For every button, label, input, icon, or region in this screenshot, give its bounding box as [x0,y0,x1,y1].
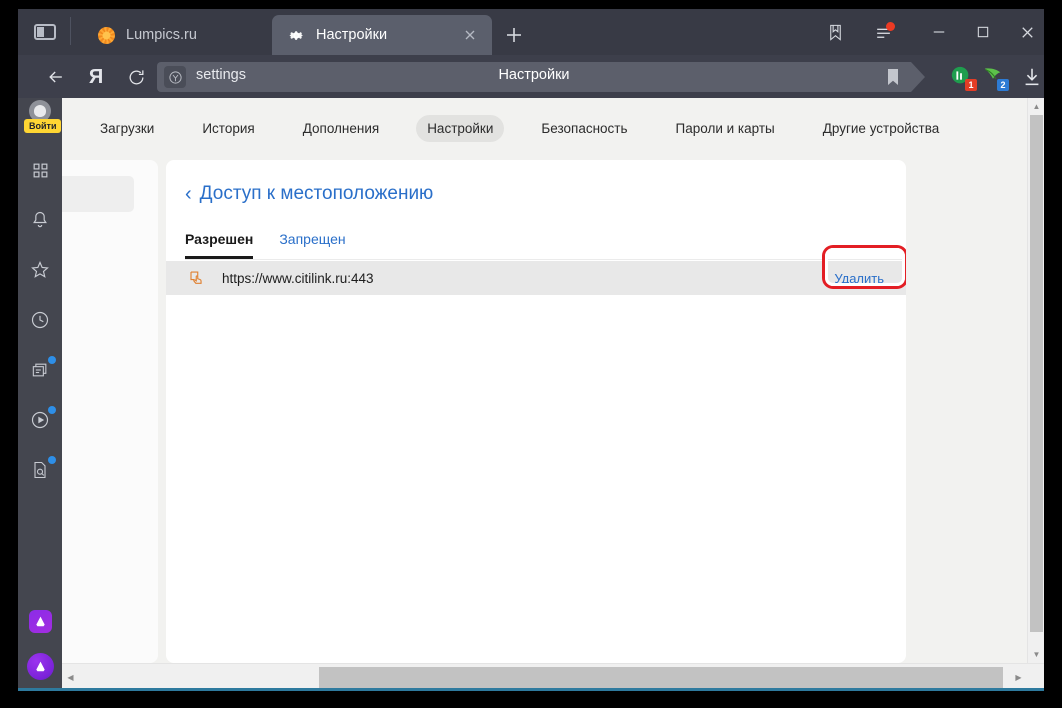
scroll-up-arrow[interactable]: ▲ [1028,98,1044,115]
extension-green-icon[interactable]: 1 [950,65,974,89]
scroll-left-arrow[interactable]: ◀ [62,664,79,691]
nav-security[interactable]: Безопасность [530,115,638,142]
notification-dot [48,456,56,464]
navigation-bar: Я settings Настройки [18,55,1044,98]
yandex-logo-button[interactable]: Я [83,64,109,90]
subtab-blocked[interactable]: Запрещен [279,231,345,259]
browser-sidebar: Войти [18,98,62,691]
cards-icon [30,360,50,380]
grid-icon [31,161,50,180]
bell-icon [30,210,50,230]
table-row[interactable]: https://www.citilink.ru:443 Удалить [166,261,906,295]
left-panel-placeholder [62,176,134,212]
login-badge[interactable]: Войти [24,119,61,133]
vertical-scrollbar-thumb[interactable] [1030,115,1043,632]
subtab-allowed[interactable]: Разрешен [185,231,253,259]
extension-badge: 2 [997,79,1009,91]
menu-notification-dot [886,22,895,31]
tab-strip: Lumpics.ru Настройки [18,9,1044,55]
address-bar[interactable]: settings Настройки [157,62,911,92]
extension-badge: 1 [965,79,977,91]
permission-cursor-icon [188,269,206,287]
notification-dot [48,406,56,414]
close-icon[interactable] [462,27,478,43]
back-button[interactable] [43,64,69,90]
gear-icon [288,27,305,44]
nav-addons[interactable]: Дополнения [292,115,390,142]
lumpics-favicon [98,27,115,44]
vertical-scrollbar[interactable]: ▲ ▼ [1027,98,1044,663]
nav-downloads[interactable]: Загрузки [89,115,165,142]
horizontal-scrollbar[interactable]: ◀ ▶ [62,663,1044,691]
settings-nav: Загрузки История Дополнения Настройки Бе… [62,98,1044,158]
bookmark-icon[interactable] [885,68,901,86]
back-chevron-icon[interactable]: ‹ [185,184,192,204]
settings-left-panel [62,160,158,663]
clock-icon [30,310,50,330]
horizontal-scrollbar-thumb[interactable] [319,667,1003,688]
reload-button[interactable] [123,64,149,90]
notification-dot [48,356,56,364]
tab-lumpics[interactable]: Lumpics.ru [76,15,272,55]
page-header: ‹ Доступ к местоположению [166,160,906,205]
settings-main-card: ‹ Доступ к местоположению Разрешен Запре… [166,160,906,663]
alice-circle-icon[interactable] [27,653,54,680]
tab-label: Lumpics.ru [126,27,197,43]
nav-other-devices[interactable]: Другие устройства [812,115,951,142]
page-title: Доступ к местоположению [200,183,434,205]
sidebar-item-services[interactable] [18,150,62,190]
nav-history[interactable]: История [191,115,265,142]
sidebar-item-history[interactable] [18,300,62,340]
browser-window: Lumpics.ru Настройки [18,9,1044,691]
maximize-button[interactable] [968,19,998,45]
document-search-icon [30,460,50,480]
nav-settings[interactable]: Настройки [416,115,504,142]
scroll-right-arrow[interactable]: ▶ [1010,664,1027,691]
divider [70,17,71,45]
content-area: Войти [18,98,1044,691]
page-title-in-omnibox: Настройки [157,67,911,83]
menu-icon[interactable] [868,19,898,45]
delete-button[interactable]: Удалить [834,271,884,286]
alice-square-icon[interactable] [29,610,52,633]
star-icon [30,260,50,280]
sidebar-item-notifications[interactable] [18,200,62,240]
download-icon[interactable] [1021,66,1043,88]
sidebar-item-tabs[interactable] [18,350,62,390]
new-tab-button[interactable] [502,23,526,47]
play-circle-icon [30,410,50,430]
nav-passwords[interactable]: Пароли и карты [665,115,786,142]
close-window-button[interactable] [1012,19,1042,45]
collections-icon[interactable] [820,19,850,45]
minimize-button[interactable] [924,19,954,45]
extension-leaf-icon[interactable]: 2 [982,65,1006,89]
tab-label: Настройки [316,27,387,43]
sidebar-item-bookmarks[interactable] [18,250,62,290]
scroll-down-arrow[interactable]: ▼ [1028,646,1044,663]
sidebar-item-video[interactable] [18,400,62,440]
sidebar-item-search-docs[interactable] [18,450,62,490]
window-bottom-edge [18,688,1044,691]
tab-settings[interactable]: Настройки [272,15,492,55]
window-tabs-icon[interactable] [28,20,62,44]
permission-subtabs: Разрешен Запрещен [185,231,906,260]
site-url: https://www.citilink.ru:443 [222,271,374,286]
settings-page: Загрузки История Дополнения Настройки Бе… [62,98,1044,691]
